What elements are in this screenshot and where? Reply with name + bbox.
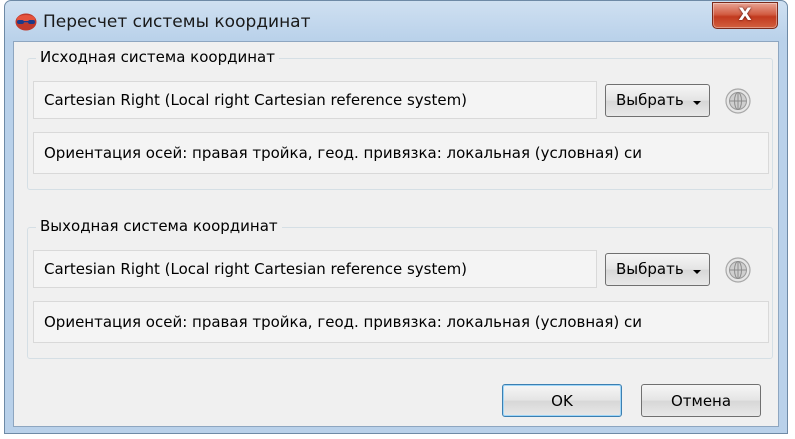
dropdown-arrow-icon — [693, 101, 701, 105]
target-system-field: Cartesian Right (Local right Cartesian r… — [33, 250, 597, 288]
target-group-label: Выходная система координат — [36, 217, 282, 235]
close-icon: X — [738, 5, 752, 25]
globe-icon[interactable] — [724, 256, 752, 284]
app-icon — [15, 13, 37, 31]
window-title: Пересчет системы координат — [43, 12, 311, 32]
source-select-button[interactable]: Выбрать — [605, 84, 710, 117]
source-description-field: Ориентация осей: правая тройка, геод. пр… — [33, 132, 769, 174]
target-select-label: Выбрать — [616, 260, 684, 278]
source-select-label: Выбрать — [616, 91, 684, 109]
dropdown-arrow-icon — [693, 270, 701, 274]
target-system-group: Выходная система координат Cartesian Rig… — [27, 217, 773, 359]
dialog-body: Исходная система координат Cartesian Rig… — [13, 41, 779, 427]
source-system-group: Исходная система координат Cartesian Rig… — [27, 48, 773, 190]
close-button[interactable]: X — [712, 2, 778, 29]
source-system-field: Cartesian Right (Local right Cartesian r… — [33, 81, 597, 119]
cancel-button[interactable]: Отмена — [641, 384, 761, 417]
target-select-button[interactable]: Выбрать — [605, 253, 710, 286]
ok-button[interactable]: OK — [502, 384, 622, 417]
globe-icon[interactable] — [724, 87, 752, 115]
target-description-field: Ориентация осей: правая тройка, геод. пр… — [33, 301, 769, 343]
dialog-window: Пересчет системы координат X Исходная си… — [4, 0, 788, 434]
source-group-label: Исходная система координат — [36, 48, 279, 66]
title-bar[interactable]: Пересчет системы координат X — [5, 1, 787, 41]
